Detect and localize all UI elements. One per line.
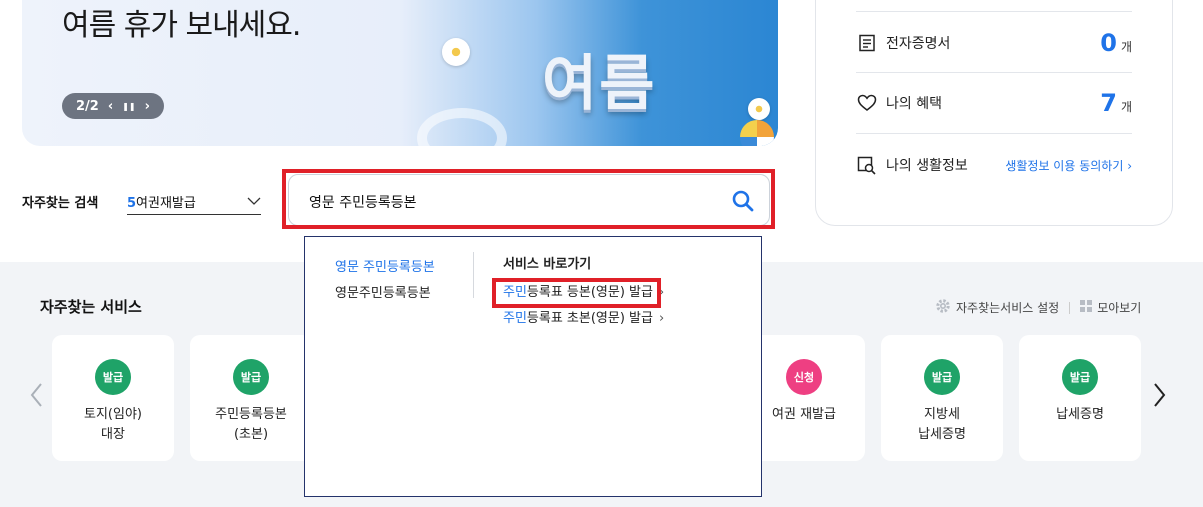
- chevron-right-icon: ›: [1127, 158, 1132, 173]
- service-card-label: 주민등록등본 (초본): [215, 407, 287, 442]
- gear-icon: [935, 298, 951, 317]
- grid-icon: [1080, 300, 1093, 315]
- flower-decoration: [748, 98, 770, 120]
- suggestion-list: 영문 주민등록등본 영문주민등록등본: [335, 255, 435, 307]
- life-info-row: 나의 생활정보 생활정보 이용 동의하기 ›: [856, 154, 1132, 176]
- beach-ball-decoration: [740, 120, 774, 146]
- chevron-right-icon: ›: [658, 311, 665, 326]
- life-info-consent-link[interactable]: 생활정보 이용 동의하기 ›: [1005, 157, 1132, 174]
- document-list-icon: [856, 32, 878, 54]
- services-settings-button[interactable]: 자주찾는서비스 설정: [935, 298, 1059, 317]
- my-info-card: 전자증명서 0 개 나의 혜택 7 개 나의 생활정보 생활정보 이용 동의하기…: [815, 0, 1173, 226]
- shortcut-highlight-box: [492, 278, 661, 308]
- service-card[interactable]: 발급 지방세 납세증명: [881, 335, 1003, 461]
- banner-headline: 여름 휴가 보내세요.: [62, 8, 301, 43]
- e-certificate-count: 0 개: [1100, 29, 1132, 57]
- pool-ring-decoration: [417, 108, 507, 146]
- divider: [1069, 301, 1071, 314]
- banner-prev-button[interactable]: ‹: [108, 99, 113, 114]
- service-card-label: 토지(임야) 대장: [84, 407, 142, 442]
- services-prev-arrow[interactable]: [28, 380, 46, 410]
- banner-pause-button[interactable]: ❚❚: [122, 102, 135, 111]
- issue-badge: 발급: [95, 359, 131, 395]
- service-card[interactable]: 발급 납세증명: [1019, 335, 1141, 461]
- services-view-all-button[interactable]: 모아보기: [1080, 299, 1141, 316]
- frequent-services-title: 자주찾는 서비스: [40, 298, 142, 316]
- search-highlight-box: [282, 169, 775, 229]
- divider: [856, 72, 1132, 73]
- e-certificate-label: 전자증명서: [886, 36, 951, 52]
- flower-decoration: [442, 38, 470, 66]
- frequent-search-label: 자주찾는 검색: [22, 196, 99, 211]
- service-shortcuts-title: 서비스 바로가기: [503, 257, 592, 272]
- issue-badge: 발급: [1062, 359, 1098, 395]
- my-benefits-row[interactable]: 나의 혜택 7 개: [856, 89, 1132, 117]
- suggestion-item[interactable]: 영문 주민등록등본: [335, 255, 435, 281]
- banner-art-text: 여름: [542, 49, 657, 119]
- issue-badge: 발급: [233, 359, 269, 395]
- services-toolbar: 자주찾는서비스 설정 모아보기: [935, 298, 1141, 317]
- my-benefits-label: 나의 혜택: [886, 96, 942, 112]
- frequent-search-value: 여권재발급: [136, 195, 196, 211]
- service-card[interactable]: 발급 토지(임야) 대장: [52, 335, 174, 461]
- service-card-label: 지방세 납세증명: [918, 407, 966, 442]
- frequent-search-select[interactable]: 5여권재발급: [127, 188, 261, 215]
- banner-page-indicator: 2/2: [76, 98, 99, 114]
- search-autocomplete-dropdown: 영문 주민등록등본 영문주민등록등본 서비스 바로가기 주민등록표 등본(영문)…: [304, 236, 762, 497]
- frequent-search-rank: 5: [127, 195, 137, 211]
- search-document-icon: [856, 154, 878, 176]
- service-card[interactable]: 발급 주민등록등본 (초본): [190, 335, 312, 461]
- suggestion-item[interactable]: 영문주민등록등본: [335, 281, 435, 307]
- apply-badge: 신청: [786, 359, 822, 395]
- chevron-down-icon: [247, 194, 261, 209]
- promo-banner[interactable]: 여름 휴가 보내세요. 여름 2/2 ‹ ❚❚ ›: [22, 0, 778, 146]
- service-card-label: 납세증명: [1056, 407, 1104, 422]
- banner-pager: 2/2 ‹ ❚❚ ›: [62, 93, 164, 119]
- life-info-label: 나의 생활정보: [886, 158, 968, 174]
- issue-badge: 발급: [924, 359, 960, 395]
- divider: [856, 133, 1132, 134]
- e-certificate-row[interactable]: 전자증명서 0 개: [856, 29, 1132, 57]
- my-benefits-count: 7 개: [1100, 89, 1132, 117]
- shortcut-resident-abstract-english[interactable]: 주민등록표 초본(영문) 발급 ›: [503, 306, 664, 332]
- heart-icon: [856, 92, 878, 114]
- banner-next-button[interactable]: ›: [145, 99, 150, 114]
- divider: [473, 252, 474, 298]
- services-next-arrow[interactable]: [1150, 380, 1168, 410]
- divider: [856, 11, 1132, 12]
